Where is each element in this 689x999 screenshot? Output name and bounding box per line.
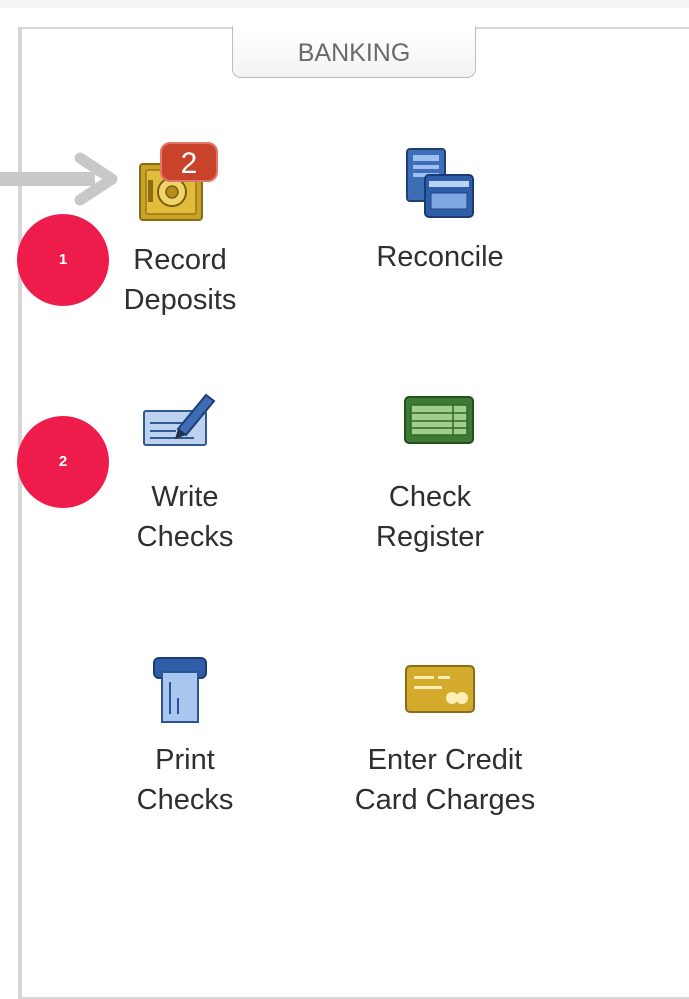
record-deposits-label-line1: Record bbox=[133, 244, 227, 276]
check-register-icon bbox=[404, 396, 474, 444]
reconcile-icon bbox=[406, 148, 474, 218]
enter-credit-card-charges-item[interactable]: Enter Credit Card Charges bbox=[330, 648, 560, 828]
reconcile-item[interactable]: Reconcile bbox=[350, 145, 530, 285]
write-checks-item[interactable]: Write Checks bbox=[100, 385, 270, 565]
credit-card-label-line2: Card Charges bbox=[354, 784, 536, 816]
reconcile-label: Reconcile bbox=[376, 241, 504, 273]
section-title-banking: BANKING bbox=[232, 26, 476, 78]
printer-icon bbox=[153, 657, 207, 723]
record-deposits-label-line2: Deposits bbox=[123, 284, 237, 316]
write-checks-label-line1: Write bbox=[151, 481, 219, 513]
write-checks-label-line2: Checks bbox=[136, 521, 234, 553]
window-top-strip bbox=[0, 0, 689, 8]
credit-card-icon bbox=[405, 665, 475, 713]
notification-badge: 2 bbox=[160, 142, 218, 182]
write-checks-icon bbox=[143, 393, 216, 446]
print-checks-label-line1: Print bbox=[155, 744, 215, 776]
print-checks-label-line2: Checks bbox=[136, 784, 234, 816]
check-register-label-line1: Check bbox=[388, 481, 472, 513]
step-marker-1: 1 bbox=[17, 214, 109, 306]
check-register-item[interactable]: Check Register bbox=[340, 385, 520, 565]
step-marker-2: 2 bbox=[17, 416, 109, 508]
print-checks-item[interactable]: Print Checks bbox=[100, 648, 270, 828]
check-register-label-line2: Register bbox=[376, 521, 484, 553]
credit-card-label-line1: Enter Credit bbox=[367, 744, 523, 776]
